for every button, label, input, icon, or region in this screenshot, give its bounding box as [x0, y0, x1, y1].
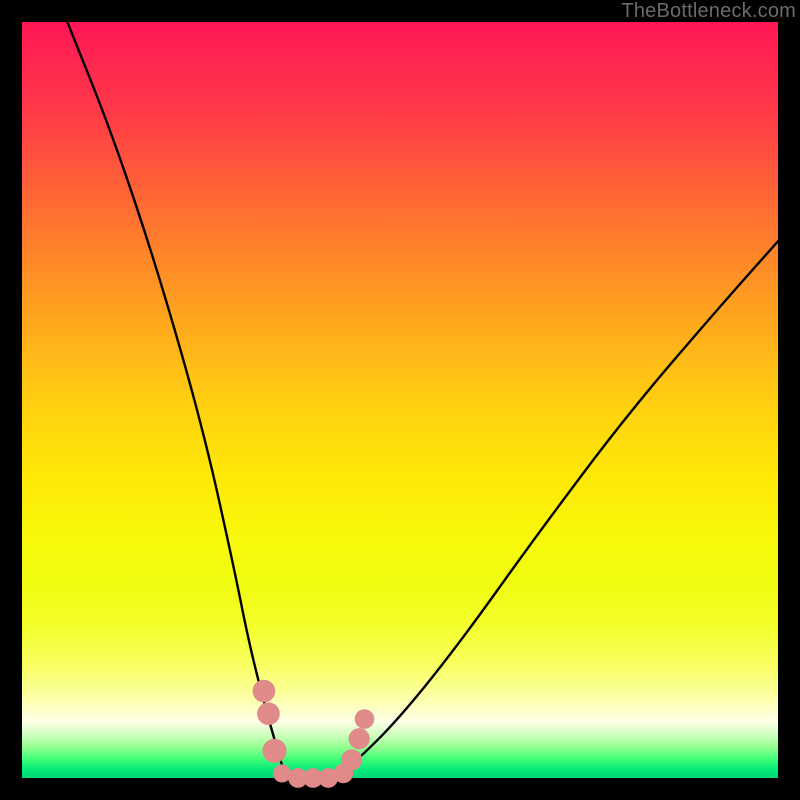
marker-point [349, 728, 370, 749]
marker-point [262, 739, 286, 763]
marker-point [257, 702, 280, 725]
curve-lines [67, 22, 778, 778]
watermark-text: TheBottleneck.com [621, 0, 796, 23]
marker-point [341, 749, 362, 770]
chart-frame: TheBottleneck.com [0, 0, 800, 800]
curve-markers [253, 680, 375, 788]
plot-area [22, 22, 778, 778]
series-left-branch [67, 22, 288, 778]
chart-svg [22, 22, 778, 778]
series-right-branch [332, 241, 778, 778]
marker-point [355, 709, 375, 729]
marker-point [253, 680, 276, 703]
